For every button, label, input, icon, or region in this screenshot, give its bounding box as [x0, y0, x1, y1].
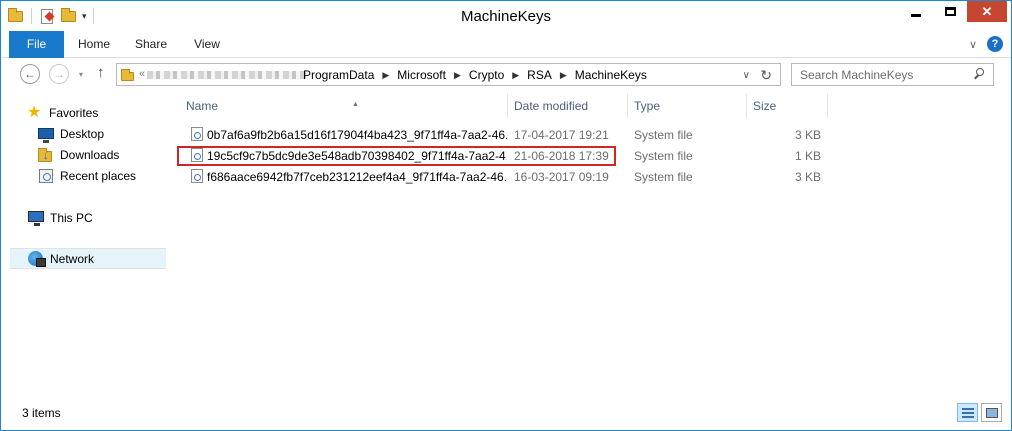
chevron-right-icon[interactable]: ▶ — [512, 70, 519, 81]
search-icon[interactable] — [974, 68, 985, 80]
file-date: 17-04-2017 19:21 — [514, 128, 609, 142]
file-size: 3 KB — [794, 170, 821, 184]
breadcrumb-item[interactable]: ProgramData — [303, 68, 374, 82]
redacted-path — [147, 71, 307, 79]
up-arrow-icon[interactable]: ↑ — [97, 64, 105, 81]
minimize-icon — [911, 14, 921, 17]
chevron-right-icon[interactable]: ▶ — [382, 70, 389, 81]
file-type: System file — [634, 128, 693, 142]
file-type: System file — [634, 170, 693, 184]
system-file-icon — [191, 169, 203, 183]
details-view-icon — [961, 407, 974, 418]
sidebar-item-network[interactable]: Network — [10, 248, 166, 269]
file-name: f686aace6942fb7f7ceb231212eef4a4_9f71ff4… — [207, 170, 507, 184]
tab-view[interactable]: View — [185, 31, 229, 58]
forward-button[interactable]: → — [49, 64, 69, 84]
computer-icon — [28, 210, 44, 226]
chevron-right-icon[interactable]: ▶ — [454, 70, 461, 81]
tab-share[interactable]: Share — [127, 31, 175, 58]
large-icons-view-icon — [985, 407, 998, 418]
close-button[interactable]: ✕ — [967, 1, 1007, 22]
sidebar-item-label: Desktop — [60, 126, 105, 141]
sidebar-item-label: This PC — [50, 210, 93, 225]
chevron-down-icon[interactable]: ∨ — [743, 70, 750, 81]
column-header-name[interactable]: ▲ Name — [180, 94, 508, 118]
close-icon: ✕ — [981, 3, 993, 19]
sidebar-item-label: Favorites — [49, 105, 99, 120]
breadcrumb-item[interactable]: Microsoft — [397, 68, 446, 82]
explorer-window: ▾ MachineKeys ✕ File Home Share View ∨ ?… — [0, 0, 1012, 431]
sidebar-item-label: Downloads — [60, 147, 120, 162]
file-size: 1 KB — [794, 149, 821, 163]
network-icon — [28, 250, 46, 267]
navigation-pane: ★ Favorites Desktop ↓ Downloads Recent p… — [1, 93, 167, 398]
file-type: System file — [634, 149, 693, 163]
help-icon[interactable]: ? — [987, 36, 1003, 52]
status-bar: 3 items — [1, 399, 1011, 430]
item-count: 3 items — [22, 406, 61, 420]
recent-locations-icon[interactable]: ▾ — [79, 70, 83, 79]
file-name: 0b7af6a9fb2b6a15d16f17904f4ba423_9f71ff4… — [207, 128, 507, 142]
chevron-right-icon[interactable]: ▶ — [560, 70, 567, 81]
recent-places-icon — [38, 168, 54, 184]
file-list: ▲ Name Date modified Type Size 0b7af6a9f… — [167, 93, 1011, 398]
search-input[interactable]: Search MachineKeys — [800, 68, 913, 82]
system-file-icon — [191, 127, 203, 141]
overflow-marker[interactable]: « — [139, 68, 145, 80]
highlight-annotation — [177, 146, 616, 166]
desktop-icon — [38, 126, 54, 143]
file-size: 3 KB — [794, 128, 821, 142]
table-row[interactable]: f686aace6942fb7f7ceb231212eef4a4_9f71ff4… — [167, 166, 827, 187]
column-header-label: Name — [186, 99, 219, 113]
title-bar: ▾ MachineKeys ✕ — [1, 1, 1011, 31]
maximize-icon — [944, 7, 956, 16]
window-title: MachineKeys — [460, 8, 552, 25]
tab-home[interactable]: Home — [71, 31, 117, 58]
table-row[interactable]: 0b7af6a9fb2b6a15d16f17904f4ba423_9f71ff4… — [167, 124, 827, 145]
column-header-type[interactable]: Type — [628, 94, 747, 118]
folder-icon — [121, 69, 135, 81]
breadcrumb-item[interactable]: Crypto — [469, 68, 504, 82]
column-header-date[interactable]: Date modified — [508, 94, 628, 118]
sort-ascending-icon: ▲ — [352, 101, 359, 108]
maximize-button[interactable] — [933, 1, 967, 22]
breadcrumb: ProgramData ▶ Microsoft ▶ Crypto ▶ RSA ▶… — [303, 68, 647, 82]
star-icon: ★ — [27, 103, 42, 121]
forward-arrow-icon: → — [53, 67, 65, 81]
breadcrumb-item[interactable]: RSA — [527, 68, 552, 82]
back-arrow-icon: ← — [24, 67, 36, 81]
downloads-icon: ↓ — [38, 147, 54, 163]
search-box[interactable]: Search MachineKeys — [791, 63, 994, 86]
window-controls: ✕ — [899, 1, 1007, 22]
ribbon-tabs: File Home Share View ∨ ? — [1, 31, 1011, 58]
refresh-icon[interactable]: ↻ — [760, 67, 772, 84]
navigation-bar: ← → ▾ ↑ « ProgramData ▶ Microsoft ▶ Cryp… — [1, 58, 1011, 92]
breadcrumb-item[interactable]: MachineKeys — [575, 68, 647, 82]
sidebar-item-label: Recent places — [60, 168, 137, 183]
large-icons-view-button[interactable] — [981, 403, 1002, 422]
minimize-button[interactable] — [899, 1, 933, 22]
column-header-size[interactable]: Size — [747, 94, 828, 118]
tab-file[interactable]: File — [9, 31, 64, 58]
expand-ribbon-icon[interactable]: ∨ — [969, 38, 977, 51]
details-view-button[interactable] — [957, 403, 978, 422]
ribbon-controls: ∨ ? — [969, 36, 1003, 52]
file-date: 16-03-2017 09:19 — [514, 170, 609, 184]
address-bar[interactable]: « ProgramData ▶ Microsoft ▶ Crypto ▶ RSA… — [116, 63, 781, 86]
sidebar-item-label: Network — [50, 251, 95, 266]
back-button[interactable]: ← — [20, 64, 40, 84]
